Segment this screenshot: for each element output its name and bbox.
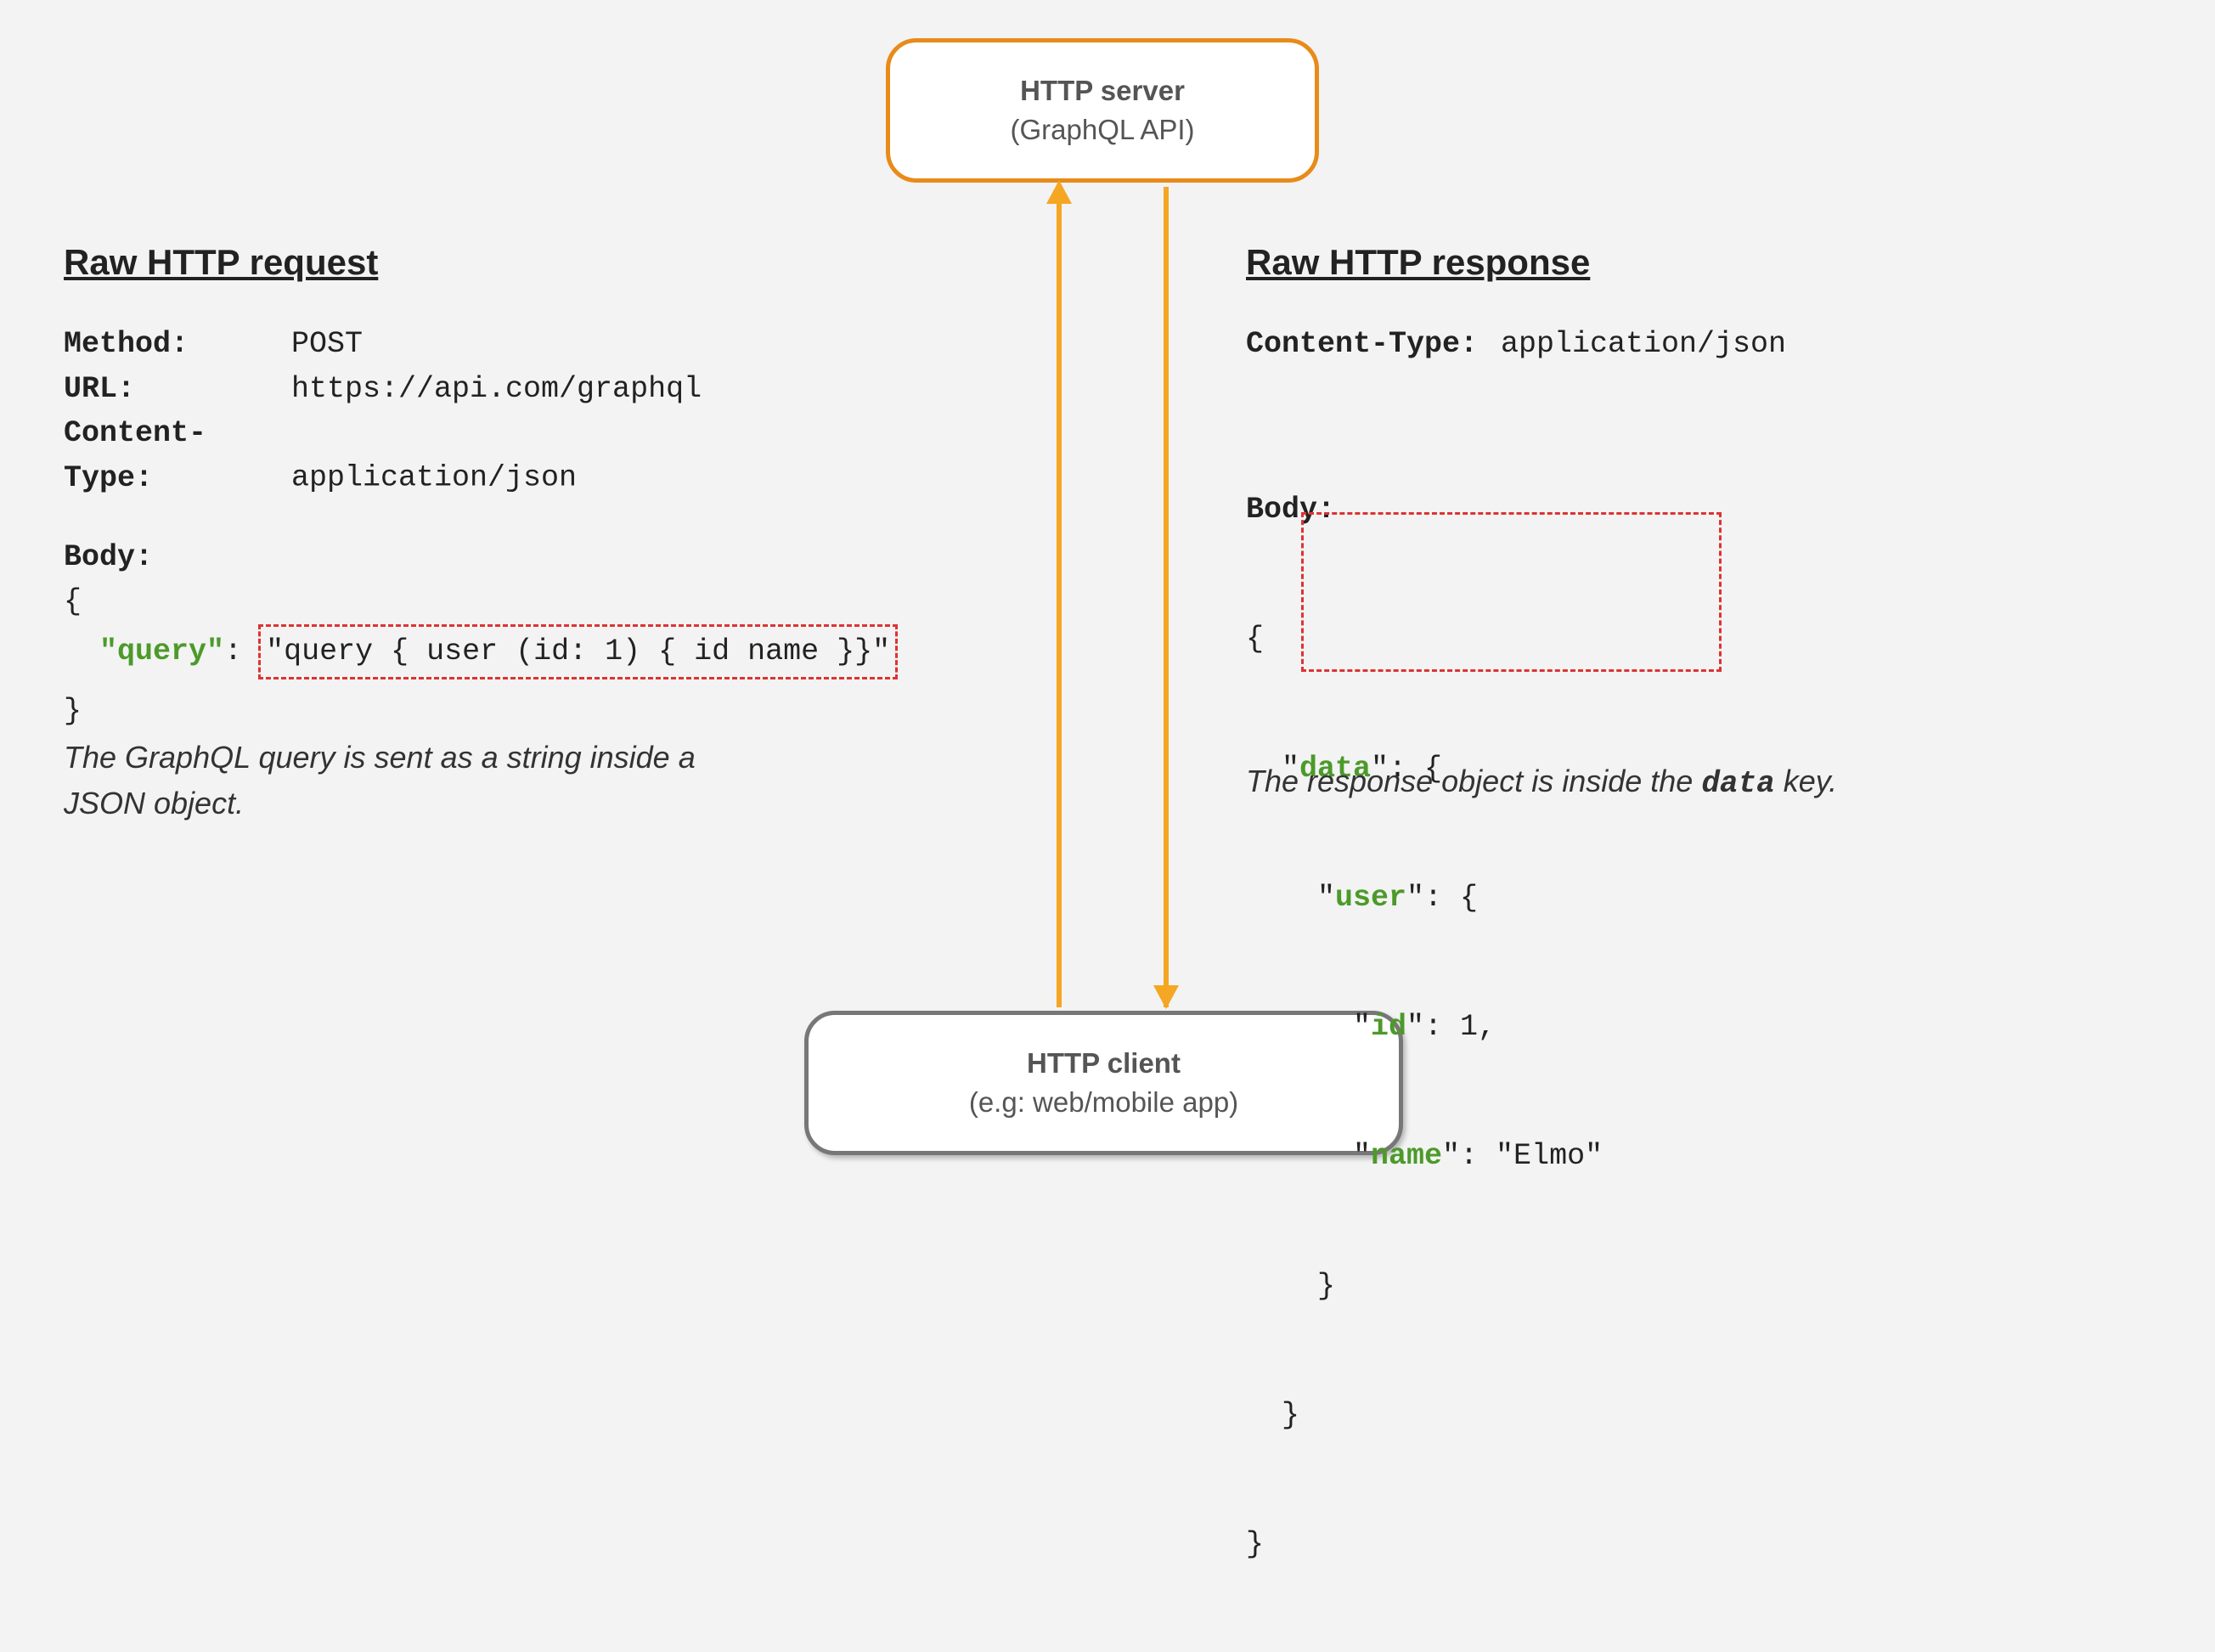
resp-l7: }: [1246, 1394, 2044, 1437]
query-colon: :: [224, 634, 260, 668]
resp-l6: }: [1246, 1265, 2044, 1308]
response-panel: Raw HTTP response Content-Type:applicati…: [1246, 242, 2044, 1652]
l5-pre: ": [1246, 1139, 1371, 1173]
query-value: "query { user (id: 1) { id name }}": [266, 634, 890, 668]
request-panel: Raw HTTP request Method:POST URL:https:/…: [64, 242, 1015, 734]
request-url-row: URL:https://api.com/graphql: [64, 367, 1015, 412]
request-arrow-line: [1057, 187, 1062, 1007]
server-subtitle: (GraphQL API): [1010, 110, 1194, 149]
arrow-up-icon: [1046, 180, 1072, 204]
response-body: Body: { "data": { "user": { "id": 1, "na…: [1246, 403, 2044, 1652]
body-close: }: [64, 690, 1015, 734]
response-caption: The response object is inside the data k…: [1246, 758, 1840, 807]
response-ctype-row: Content-Type:application/json: [1246, 322, 2044, 367]
method-label: Method:: [64, 322, 291, 367]
url-label: URL:: [64, 367, 291, 412]
resp-l5: "name": "Elmo": [1246, 1135, 2044, 1178]
query-key: "query": [99, 634, 224, 668]
caption-b: key.: [1775, 764, 1837, 798]
body-query-line: "query": "query { user (id: 1) { id name…: [64, 624, 1015, 680]
resp-l1: {: [1246, 617, 2044, 661]
query-value-box: "query { user (id: 1) { id name }}": [258, 624, 898, 680]
resp-ctype-label: Content-Type:: [1246, 322, 1501, 367]
arrow-down-icon: [1153, 985, 1179, 1009]
request-heading: Raw HTTP request: [64, 242, 1015, 283]
l3-pre: ": [1246, 881, 1335, 915]
l4-key: id: [1371, 1010, 1406, 1044]
resp-ctype-value: application/json: [1501, 327, 1786, 361]
client-title: HTTP client: [1027, 1044, 1181, 1083]
spacer: [64, 679, 1015, 690]
l5-post: ": "Elmo": [1442, 1139, 1603, 1173]
request-caption: The GraphQL query is sent as a string in…: [64, 735, 743, 826]
http-server-box: HTTP server (GraphQL API): [886, 38, 1319, 183]
request-ctype-row: Content-Type:application/json: [64, 411, 1015, 500]
caption-key: data: [1701, 766, 1774, 801]
url-value: https://api.com/graphql: [291, 372, 702, 406]
client-subtitle: (e.g: web/mobile app): [969, 1083, 1238, 1122]
l3-post: ": {: [1406, 881, 1478, 915]
l3-key: user: [1335, 881, 1406, 915]
response-heading: Raw HTTP response: [1246, 242, 2044, 283]
caption-a: The response object is inside the: [1246, 764, 1701, 798]
request-method-row: Method:POST: [64, 322, 1015, 367]
resp-body-label: Body:: [1246, 488, 2044, 532]
request-body: Body: { "query": "query { user (id: 1) {…: [64, 536, 1015, 734]
method-value: POST: [291, 327, 363, 361]
ctype-value: application/json: [291, 461, 577, 495]
resp-l3: "user": {: [1246, 877, 2044, 920]
resp-l4: "id": 1,: [1246, 1006, 2044, 1049]
diagram-stage: HTTP server (GraphQL API) HTTP client (e…: [0, 0, 2215, 1233]
ctype-label: Content-Type:: [64, 411, 291, 500]
l4-pre: ": [1246, 1010, 1371, 1044]
resp-l8: }: [1246, 1523, 2044, 1566]
body-label: Body:: [64, 536, 1015, 580]
response-arrow-line: [1164, 187, 1169, 1007]
l4-post: ": 1,: [1406, 1010, 1496, 1044]
body-open: {: [64, 580, 1015, 624]
server-title: HTTP server: [1020, 71, 1185, 110]
l5-key: name: [1371, 1139, 1442, 1173]
